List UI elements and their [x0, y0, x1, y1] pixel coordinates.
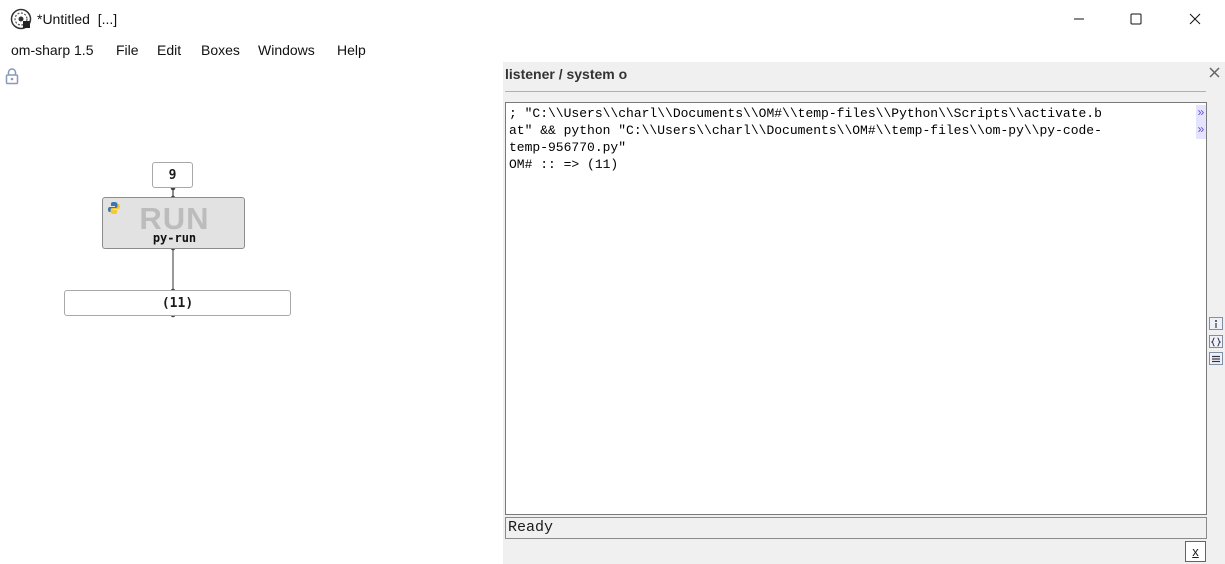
- py-run-name: py-run: [152, 231, 197, 245]
- output-value-box[interactable]: (11): [64, 290, 291, 316]
- line-wrap-marker-icon: »: [1196, 105, 1206, 122]
- close-icon: [1189, 13, 1201, 25]
- line-wrap-marker-icon: »: [1196, 122, 1206, 139]
- maximize-button[interactable]: [1107, 0, 1165, 38]
- info-icon: [1215, 319, 1217, 328]
- minimize-button[interactable]: [1050, 0, 1108, 38]
- listener-panel: listener / system o ; "C:\\Users\\charl\…: [503, 62, 1225, 564]
- listener-separator: [505, 91, 1206, 92]
- listener-title: listener / system o: [505, 66, 628, 82]
- braces-button[interactable]: [1209, 335, 1223, 348]
- listener-close-button[interactable]: [1204, 62, 1224, 82]
- menu-edit[interactable]: Edit: [157, 42, 181, 58]
- menu-om-sharp[interactable]: om-sharp 1.5: [11, 42, 93, 58]
- menu-boxes[interactable]: Boxes: [201, 42, 240, 58]
- info-button[interactable]: [1209, 317, 1223, 330]
- py-run-box[interactable]: RUN py-run: [102, 197, 245, 249]
- clear-button[interactable]: x: [1185, 541, 1206, 562]
- maximize-icon: [1130, 13, 1142, 25]
- list-button[interactable]: [1209, 352, 1223, 365]
- menu-help[interactable]: Help: [337, 42, 366, 58]
- status-field: Ready: [505, 517, 1207, 539]
- window-title: *Untitled [...]: [37, 11, 118, 27]
- menu-windows[interactable]: Windows: [258, 42, 315, 58]
- close-icon: [1208, 66, 1220, 78]
- om-sharp-logo-icon: [10, 8, 32, 30]
- minimize-icon: [1074, 18, 1084, 20]
- menu-file[interactable]: File: [116, 42, 139, 58]
- close-button[interactable]: [1166, 0, 1224, 38]
- title-bar: *Untitled [...]: [0, 0, 1225, 38]
- lock-icon[interactable]: [5, 68, 19, 85]
- output-line: ; "C:\\Users\\charl\\Documents\\OM#\\tem…: [509, 106, 1102, 121]
- braces-icon: [1211, 337, 1221, 346]
- patch-editor[interactable]: 9 RUN py-run (11): [0, 62, 503, 564]
- input-value-box[interactable]: 9: [152, 162, 193, 188]
- menu-bar: om-sharp 1.5 File Edit Boxes Windows Hel…: [0, 38, 1225, 62]
- listener-output[interactable]: ; "C:\\Users\\charl\\Documents\\OM#\\tem…: [505, 102, 1207, 515]
- output-line: at" && python "C:\\Users\\charl\\Documen…: [509, 123, 1102, 138]
- output-line: temp-956770.py": [509, 140, 627, 155]
- output-line: OM# :: => (11): [509, 157, 619, 172]
- list-icon: [1212, 355, 1220, 362]
